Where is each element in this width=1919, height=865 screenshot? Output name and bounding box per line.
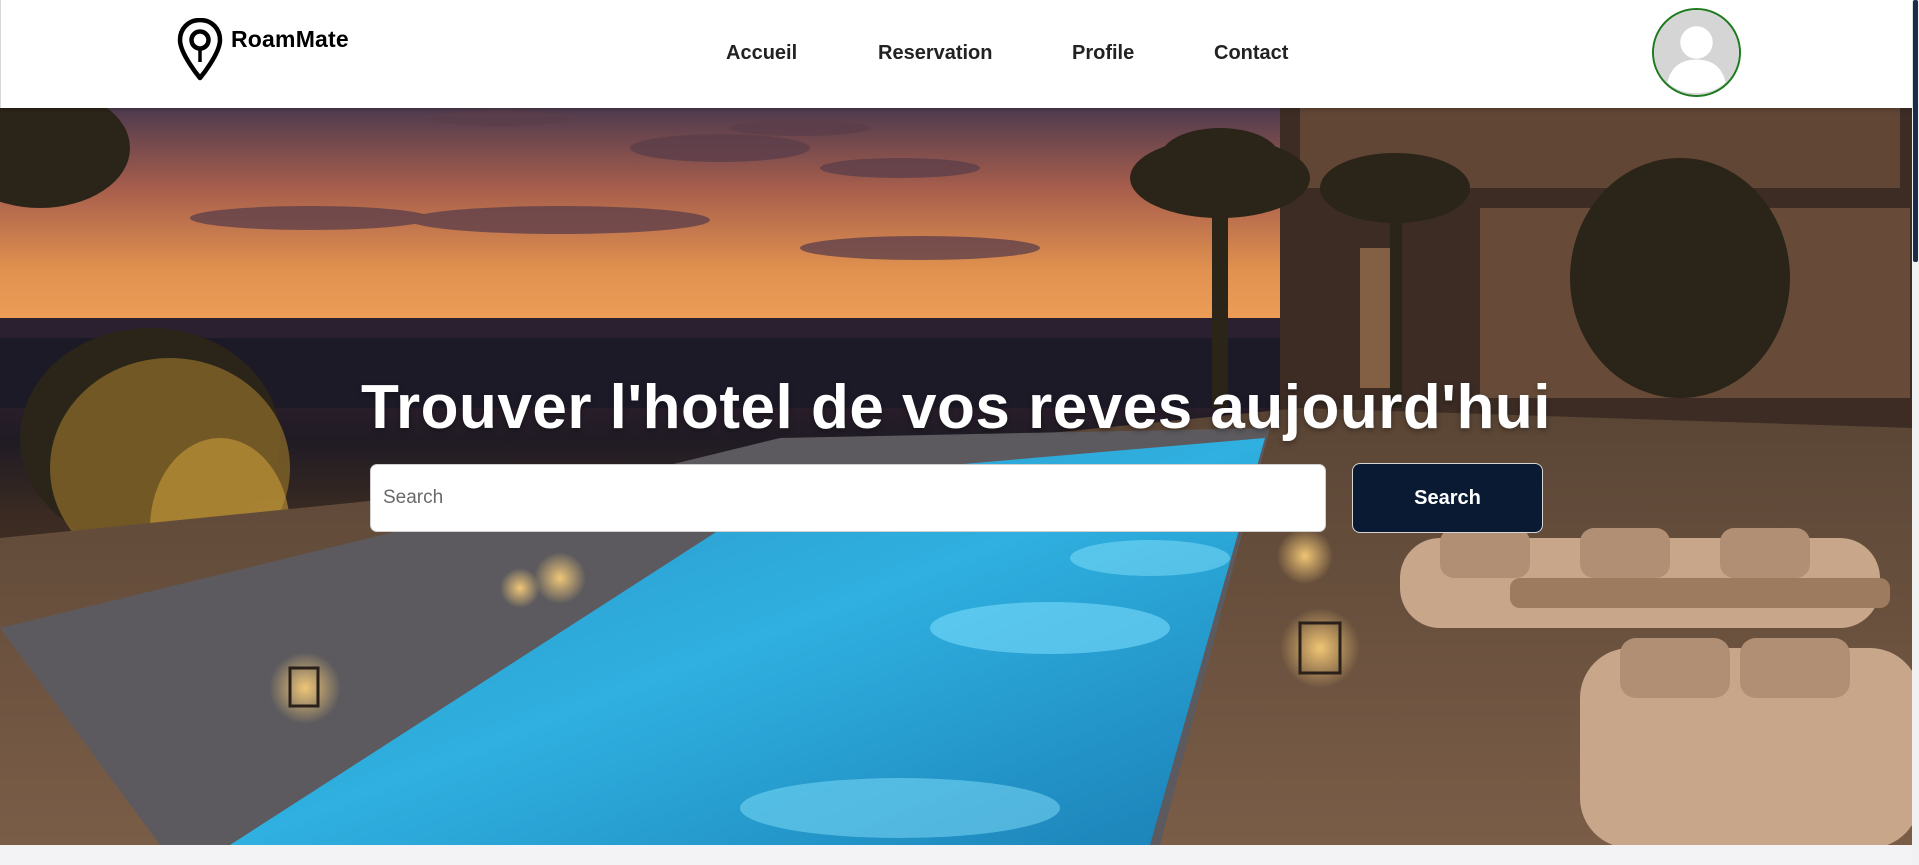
search-button[interactable]: Search (1352, 463, 1543, 533)
page-scrollbar-thumb[interactable] (1913, 0, 1918, 262)
nav-profile[interactable]: Profile (1072, 42, 1134, 65)
hero-section: Trouver l'hotel de vos reves aujourd'hui… (0, 108, 1912, 845)
nav-accueil[interactable]: Accueil (726, 42, 797, 65)
main-nav: Accueil Reservation Profile Contact (1, 42, 1912, 66)
hero-headline: Trouver l'hotel de vos reves aujourd'hui (361, 373, 1551, 442)
profile-avatar[interactable] (1652, 8, 1741, 97)
user-avatar-icon (1654, 10, 1739, 95)
nav-reservation[interactable]: Reservation (878, 42, 993, 65)
nav-contact[interactable]: Contact (1214, 42, 1288, 65)
search-input[interactable] (370, 464, 1326, 532)
top-navbar: RoamMate Accueil Reservation Profile Con… (0, 0, 1912, 108)
